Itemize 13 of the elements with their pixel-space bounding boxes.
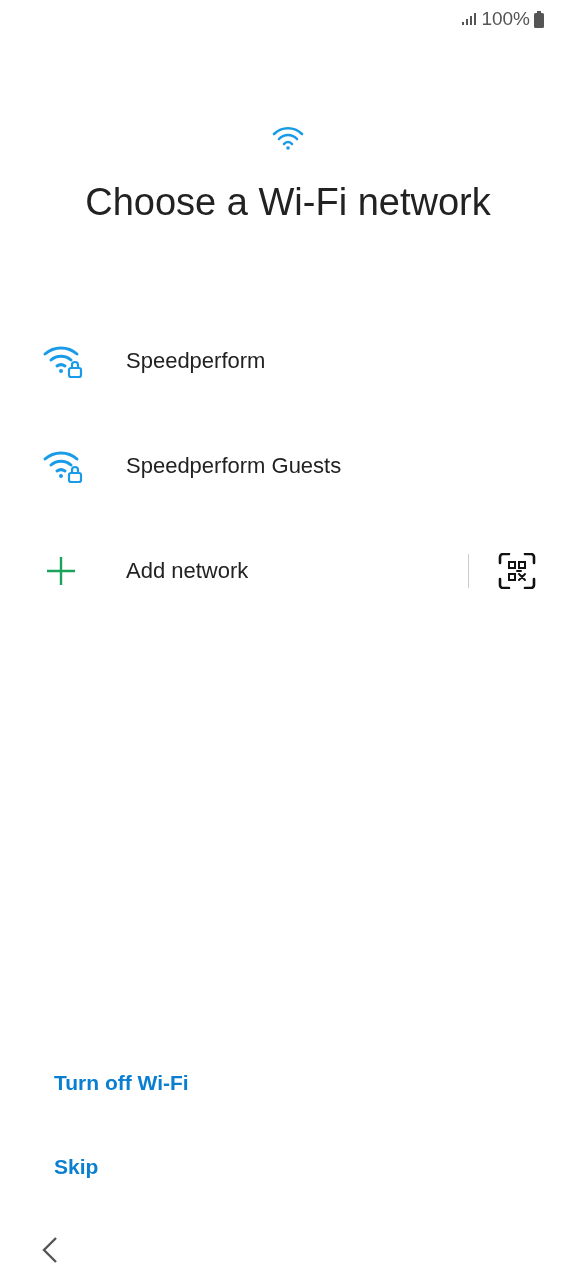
page-title: Choose a Wi-Fi network [84, 180, 492, 225]
back-icon[interactable] [40, 1236, 58, 1264]
qr-code-scan-icon[interactable] [498, 552, 536, 589]
plus-icon [46, 555, 76, 586]
battery-icon [534, 10, 544, 28]
text-link-button[interactable]: Turn off Wi-Fi [54, 1067, 189, 1099]
battery-percentage: 100% [481, 6, 530, 31]
add-network-button[interactable]: Add network [46, 554, 468, 587]
network-item[interactable]: Speedperform [0, 308, 576, 413]
text-link-button[interactable]: Skip [54, 1150, 99, 1182]
network-item[interactable]: Speedperform Guests [0, 413, 576, 518]
wifi-icon [272, 126, 304, 150]
signal-icon [461, 12, 478, 26]
